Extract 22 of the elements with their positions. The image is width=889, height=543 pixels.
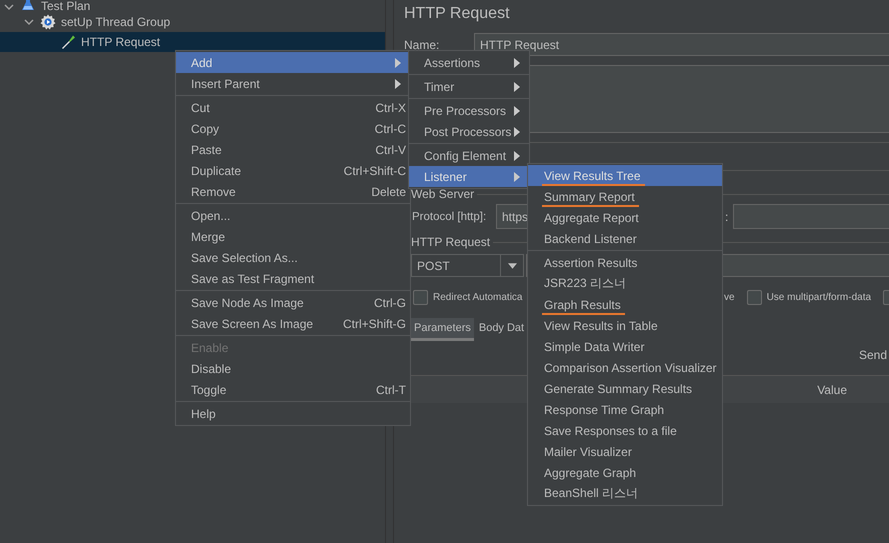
- checkbox-label: ve: [724, 292, 735, 302]
- shortcut-text: Ctrl-V: [375, 142, 406, 156]
- group-label: Web Server: [411, 187, 476, 201]
- tree-label: setUp Thread Group: [61, 15, 170, 29]
- shortcut-text: Delete: [371, 184, 406, 198]
- column-header: Value: [817, 382, 847, 396]
- tree-label: HTTP Request: [81, 35, 160, 49]
- shortcut-text: Ctrl+Shift-G: [342, 316, 406, 330]
- group-label: HTTP Request: [411, 235, 492, 249]
- checkbox-label: Use multipart/form-data: [766, 292, 872, 302]
- editor-title: HTTP Request: [404, 4, 511, 24]
- name-label: Name:: [404, 38, 440, 52]
- shortcut-text: Ctrl+Shift-C: [344, 164, 406, 178]
- shortcut-text: Ctrl-C: [374, 122, 406, 136]
- port-label: :: [725, 210, 730, 224]
- send-label: Send: [858, 348, 887, 362]
- checkbox-label: Redirect Automatica: [433, 292, 522, 302]
- shortcut-text: Ctrl-X: [375, 100, 406, 114]
- shortcut-text: Ctrl-G: [374, 296, 406, 310]
- tree-label: Test Plan: [41, 0, 90, 12]
- protocol-label: Protocol [http]:: [412, 210, 488, 222]
- shortcut-text: Ctrl-T: [376, 382, 406, 396]
